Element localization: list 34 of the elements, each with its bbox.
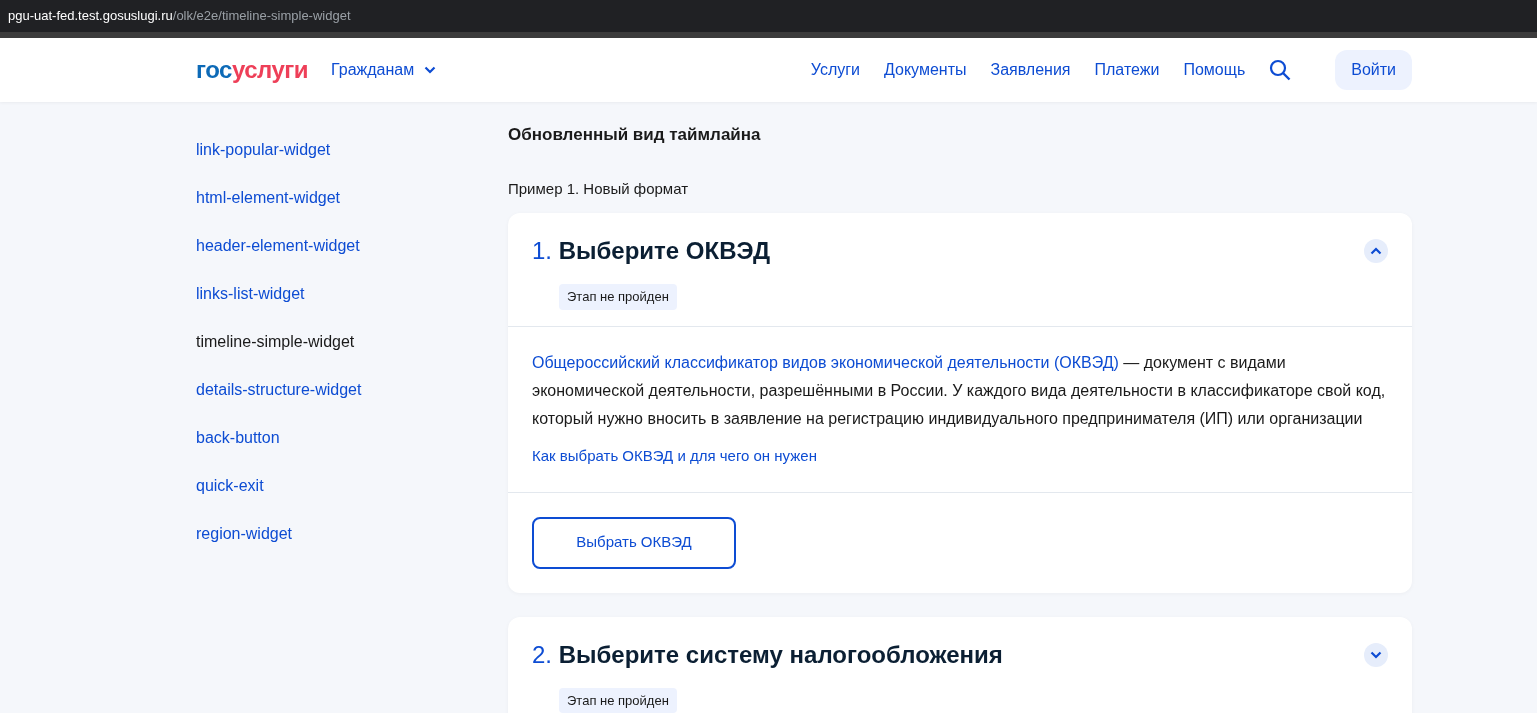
step-description: Общероссийский классификатор видов экономической деятельности (ОКВЭД) — документ с видами экономической деятельности, разрешёнными в России. У каждого вида деятельности в классификаторе свой код, который нужно вносить в заявление на регистрацию индивидуального предпринимателя (ИП) или организации — [532, 352, 1387, 429]
nav-link[interactable]: Заявления — [990, 58, 1071, 82]
search-icon[interactable] — [1269, 59, 1292, 81]
sidebar-link[interactable]: links-list-widget — [196, 270, 508, 318]
address-bar[interactable]: pgu-uat-fed.test.gosuslugi.ru/olk/e2e/timeline-simple-widget — [0, 0, 1537, 32]
sidebar-link[interactable]: link-popular-widget — [196, 126, 508, 174]
help-link[interactable]: Как выбрать ОКВЭД и для чего он нужен — [532, 444, 817, 467]
sidebar-link[interactable]: html-element-widget — [196, 174, 508, 222]
toggle-button[interactable] — [1364, 239, 1388, 263]
nav-link[interactable]: Документы — [884, 58, 967, 82]
audience-dropdown[interactable]: Гражданам — [331, 58, 437, 82]
sidebar-link[interactable]: region-widget — [196, 510, 508, 558]
step-title: 1. Выберите ОКВЭД — [532, 236, 771, 266]
chevron-down-icon — [424, 66, 437, 74]
login-button[interactable]: Войти — [1335, 50, 1412, 90]
chevron-down-icon — [1370, 650, 1382, 659]
sidebar-link[interactable]: back-button — [196, 414, 508, 462]
logo[interactable]: госуслуги — [196, 52, 308, 88]
nav-link[interactable]: Платежи — [1094, 58, 1160, 82]
choose-button[interactable]: Выбрать ОКВЭД — [532, 516, 736, 569]
status-badge: Этап не пройден — [559, 284, 677, 310]
example-caption: Пример 1. Новый формат — [508, 178, 690, 199]
sidebar-link[interactable]: details-structure-widget — [196, 366, 508, 414]
sidebar-link[interactable]: quick-exit — [196, 462, 508, 510]
sidebar-link[interactable]: header-element-widget — [196, 222, 508, 270]
step-title: 2. Выберите систему налогообложения — [532, 639, 1003, 670]
toggle-button[interactable] — [1364, 642, 1388, 667]
classifier-link[interactable]: Общероссийский классификатор видов экономической деятельности (ОКВЭД) — [532, 353, 1119, 371]
nav-link[interactable]: Услуги — [810, 58, 860, 82]
status-badge: Этап не пройден — [559, 687, 677, 713]
sidebar-link[interactable]: timeline-simple-widget — [196, 318, 508, 366]
nav-link[interactable]: Помощь — [1183, 58, 1246, 82]
section-title: Обновленный вид таймлайна — [508, 124, 762, 146]
chevron-up-icon — [1370, 247, 1382, 255]
